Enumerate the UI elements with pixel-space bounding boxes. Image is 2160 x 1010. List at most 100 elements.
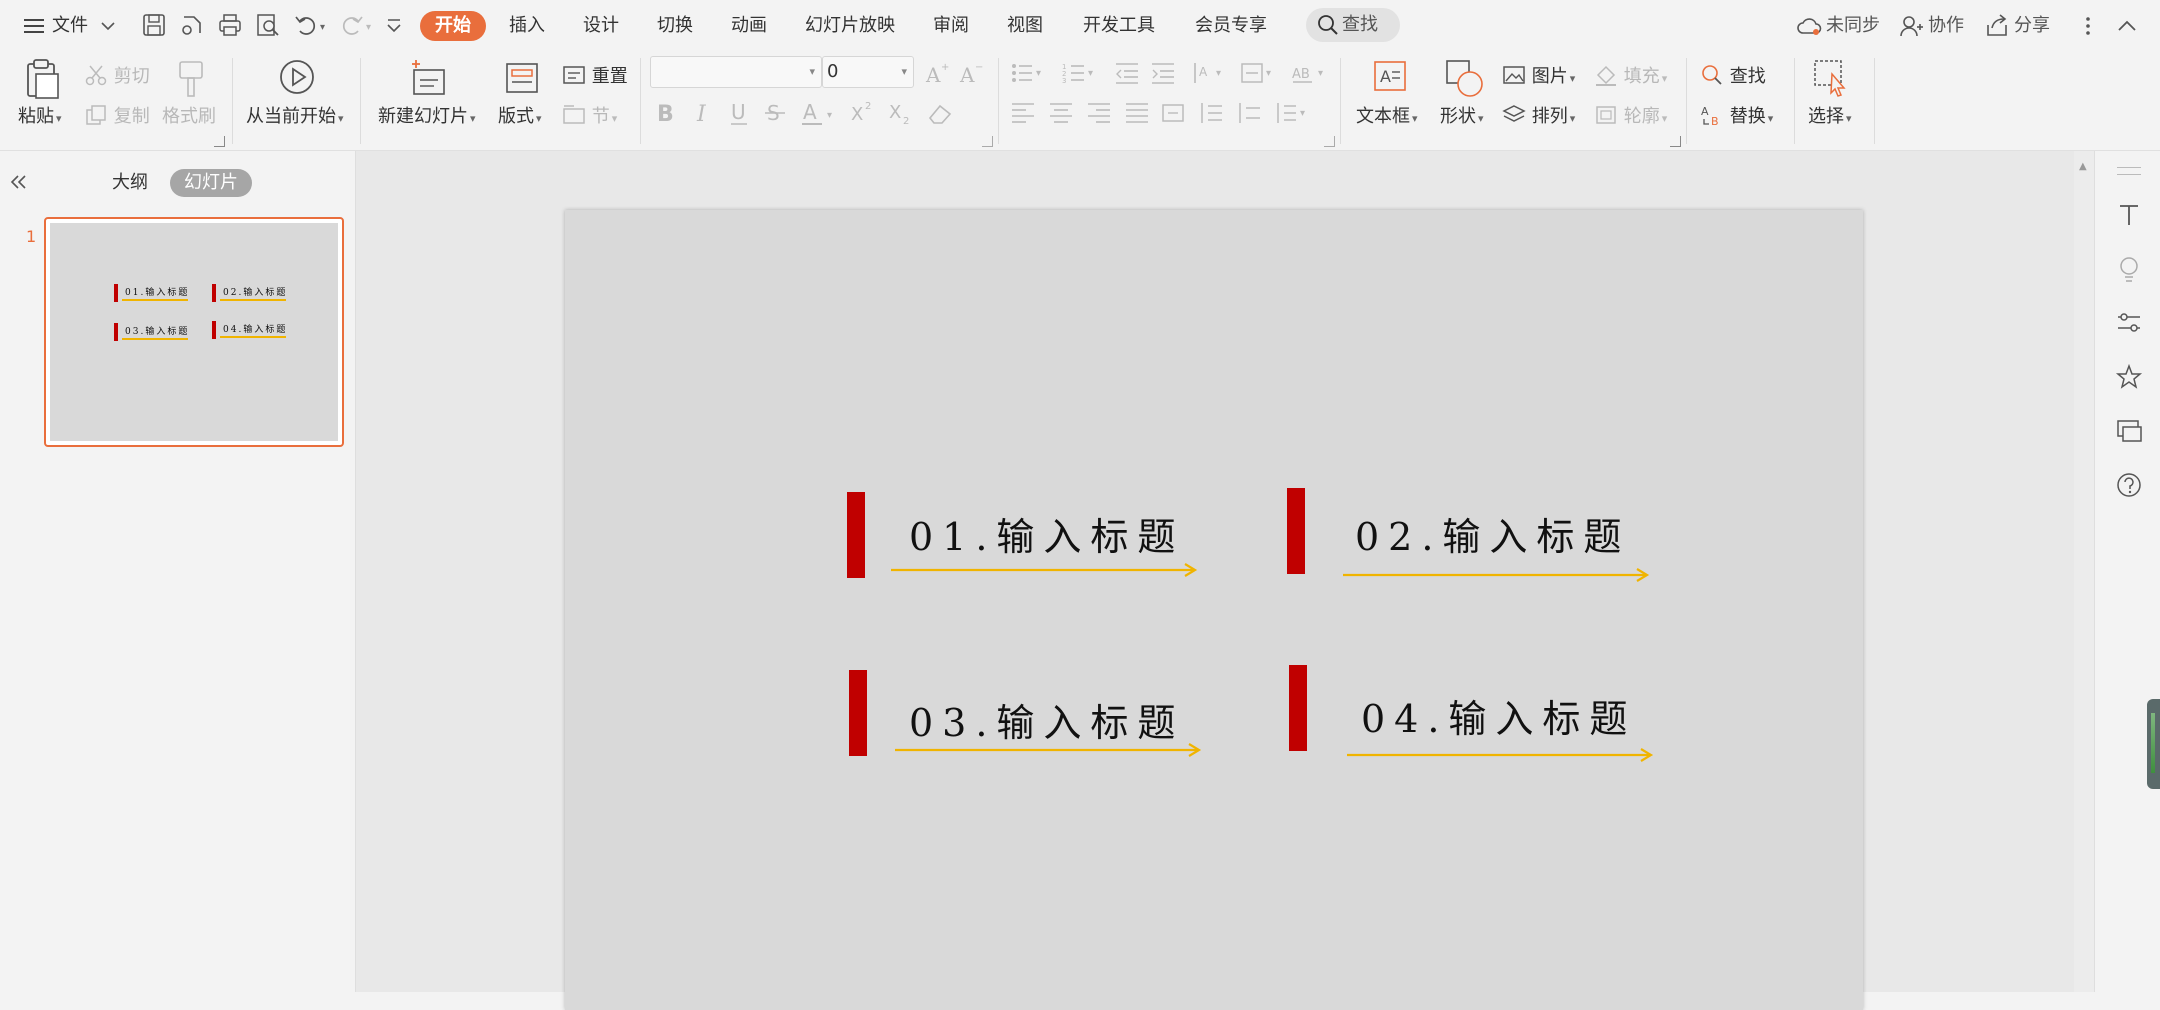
sync-status[interactable]: 未同步: [1796, 11, 1892, 41]
tab-view[interactable]: 视图: [998, 11, 1052, 41]
spacing-options-icon[interactable]: ▾: [1274, 100, 1312, 126]
play-icon[interactable]: [278, 58, 316, 96]
item-title-02[interactable]: 02.输入标题: [1355, 506, 1630, 561]
text-format-icon[interactable]: [2115, 201, 2143, 229]
arrange-button[interactable]: 排列 ▾: [1502, 102, 1575, 128]
tab-design[interactable]: 设计: [574, 11, 628, 41]
layout-button[interactable]: 版式 ▾: [498, 102, 542, 128]
print-preview-icon[interactable]: [254, 11, 282, 39]
redo-dropdown-caret[interactable]: ▾: [366, 22, 371, 33]
collaborate-button[interactable]: 协作: [1898, 11, 1970, 41]
tab-member[interactable]: 会员专享: [1186, 11, 1276, 41]
cut-button[interactable]: 剪切: [84, 62, 150, 88]
redo-icon[interactable]: [338, 11, 366, 39]
new-slide-icon[interactable]: [408, 58, 448, 98]
italic-icon[interactable]: I: [692, 98, 716, 128]
tab-outline[interactable]: 大纲: [112, 169, 148, 197]
font-family-select[interactable]: ▾: [650, 56, 822, 88]
align-text-icon[interactable]: ▾: [1240, 60, 1278, 86]
export-icon[interactable]: [178, 11, 206, 39]
red-accent-bar[interactable]: [1289, 665, 1307, 751]
section-button[interactable]: 节 ▾: [562, 102, 617, 128]
shape-icon[interactable]: [1444, 58, 1486, 98]
slide-transition-icon[interactable]: [2115, 417, 2143, 445]
tab-home[interactable]: 开始: [420, 11, 486, 41]
red-accent-bar[interactable]: [849, 670, 867, 756]
undo-icon[interactable]: [292, 11, 320, 39]
from-current-button[interactable]: 从当前开始 ▾: [246, 102, 344, 128]
search-box[interactable]: 查找: [1306, 8, 1400, 42]
arrow-line[interactable]: [891, 562, 1201, 578]
align-right-icon[interactable]: [1086, 100, 1112, 126]
undo-dropdown-caret[interactable]: ▾: [320, 22, 325, 33]
tab-animation[interactable]: 动画: [722, 11, 776, 41]
find-button[interactable]: 查找: [1700, 62, 1766, 88]
picture-button[interactable]: 图片 ▾: [1502, 62, 1575, 88]
item-title-03[interactable]: 03.输入标题: [909, 692, 1184, 747]
font-size-select[interactable]: 0 ▾: [822, 56, 914, 88]
copy-button[interactable]: 复制: [84, 102, 150, 128]
outline-button[interactable]: 轮廓 ▾: [1594, 102, 1667, 128]
strikethrough-icon[interactable]: S: [764, 98, 788, 128]
decrease-font-icon[interactable]: A −: [958, 60, 984, 86]
arrow-line[interactable]: [1347, 747, 1657, 763]
red-accent-bar[interactable]: [1287, 488, 1305, 574]
paste-button[interactable]: 粘贴 ▾: [18, 102, 62, 128]
align-center-icon[interactable]: [1048, 100, 1074, 126]
print-icon[interactable]: [216, 11, 244, 39]
arrow-line[interactable]: [1343, 567, 1653, 583]
dialog-launcher-icon[interactable]: [214, 136, 225, 147]
scroll-up-icon[interactable]: ▲: [2079, 161, 2087, 172]
eraser-icon[interactable]: [926, 100, 954, 128]
tab-slides[interactable]: 幻灯片: [170, 169, 252, 197]
collapse-panel-icon[interactable]: [8, 171, 30, 193]
dialog-launcher-icon[interactable]: [1324, 136, 1335, 147]
underline-icon[interactable]: U: [728, 98, 752, 128]
superscript-icon[interactable]: X2: [850, 98, 878, 128]
star-effects-icon[interactable]: [2115, 363, 2143, 391]
select-button[interactable]: 选择 ▾: [1808, 102, 1852, 128]
smart-art-icon[interactable]: AB ▾: [1292, 60, 1330, 86]
textbox-icon[interactable]: A: [1372, 58, 1408, 96]
help-icon[interactable]: [2115, 471, 2143, 499]
slide-thumbnail[interactable]: 01.输入标题 02.输入标题 03.输入标题 04.输入标题: [44, 217, 344, 447]
distribute-icon[interactable]: [1160, 100, 1186, 126]
align-left-icon[interactable]: [1010, 100, 1036, 126]
collapse-ribbon-icon[interactable]: [2114, 13, 2140, 39]
bullet-list-icon[interactable]: ▾: [1010, 60, 1048, 86]
tab-review[interactable]: 审阅: [924, 11, 978, 41]
new-slide-button[interactable]: 新建幻灯片 ▾: [378, 102, 476, 128]
justify-icon[interactable]: [1124, 100, 1150, 126]
tab-transition[interactable]: 切换: [648, 11, 702, 41]
reset-button[interactable]: 重置: [562, 62, 628, 88]
shape-button[interactable]: 形状 ▾: [1440, 102, 1484, 128]
dialog-launcher-icon[interactable]: [1670, 136, 1681, 147]
vertical-scrollbar[interactable]: ▲: [2074, 151, 2094, 992]
save-icon[interactable]: [140, 11, 168, 39]
format-painter-icon[interactable]: [174, 58, 208, 100]
layout-icon[interactable]: [504, 60, 540, 96]
red-accent-bar[interactable]: [847, 492, 865, 578]
file-menu[interactable]: 文件: [20, 11, 120, 41]
side-widget[interactable]: [2147, 699, 2160, 789]
text-direction-icon[interactable]: A ▾: [1190, 60, 1228, 86]
sliders-icon[interactable]: [2115, 309, 2143, 337]
arrow-line[interactable]: [895, 742, 1205, 758]
lightbulb-icon[interactable]: [2115, 255, 2143, 283]
item-title-01[interactable]: 01.输入标题: [909, 506, 1184, 561]
decrease-indent-icon[interactable]: [1114, 60, 1140, 86]
increase-indent-icon[interactable]: [1150, 60, 1176, 86]
tab-developer[interactable]: 开发工具: [1074, 11, 1164, 41]
slide-canvas[interactable]: 01.输入标题 02.输入标题 03.输入标题 04.输入标题: [565, 210, 1863, 1010]
paragraph-spacing-icon[interactable]: [1236, 100, 1262, 126]
textbox-button[interactable]: 文本框 ▾: [1356, 102, 1418, 128]
format-painter-button[interactable]: 格式刷: [162, 102, 216, 128]
numbered-list-icon[interactable]: 1 2 3 ▾: [1062, 60, 1100, 86]
increase-font-icon[interactable]: A +: [924, 60, 950, 86]
dialog-launcher-icon[interactable]: [982, 136, 993, 147]
line-spacing-icon[interactable]: [1198, 100, 1224, 126]
paste-icon[interactable]: [22, 58, 62, 100]
select-icon[interactable]: [1812, 58, 1852, 98]
tab-insert[interactable]: 插入: [500, 11, 554, 41]
replace-button[interactable]: AB 替换 ▾: [1700, 102, 1773, 128]
